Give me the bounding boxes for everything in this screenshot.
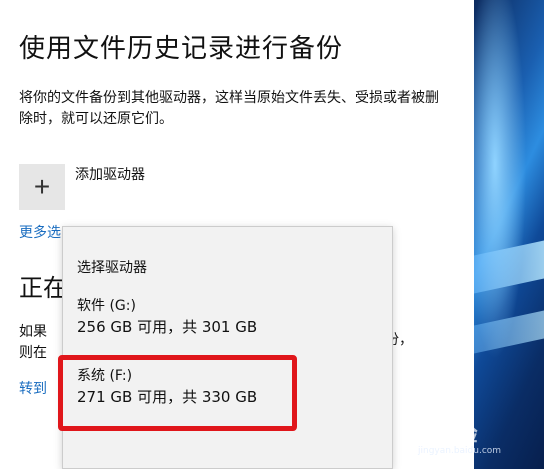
section-heading: 正在 [19, 274, 67, 302]
section-description: 如果 则在 [19, 322, 47, 364]
highlight-annotation [58, 355, 297, 431]
section-description-line1: 如果 [19, 324, 47, 340]
drive-name: 软件 (G:) [77, 298, 136, 314]
desktop-background [474, 0, 544, 469]
drive-select-dropdown: 选择驱动器 软件 (G:) 256 GB 可用，共 301 GB 系统 (F:)… [62, 226, 393, 469]
plus-icon: + [33, 171, 51, 202]
page-description: 将你的文件备份到其他驱动器，这样当原始文件丢失、受损或者被删除时，就可以还原它们… [19, 90, 439, 127]
drive-option-g[interactable]: 软件 (G:) 256 GB 可用，共 301 GB [63, 296, 392, 356]
more-options-link[interactable]: 更多选 [19, 222, 61, 242]
dropdown-title: 选择驱动器 [77, 260, 147, 276]
page-title: 使用文件历史记录进行备份 [19, 34, 344, 64]
add-drive-label[interactable]: 添加驱动器 [75, 164, 145, 184]
section-description-line2: 则在 [19, 345, 47, 361]
add-drive-button[interactable]: + [19, 164, 65, 210]
drive-space: 256 GB 可用，共 301 GB [77, 318, 258, 336]
watermark-logo: Bai 经验 [400, 422, 478, 446]
goto-link[interactable]: 转到 [19, 378, 47, 398]
watermark-url: jingyan.baidu.com [418, 446, 502, 456]
